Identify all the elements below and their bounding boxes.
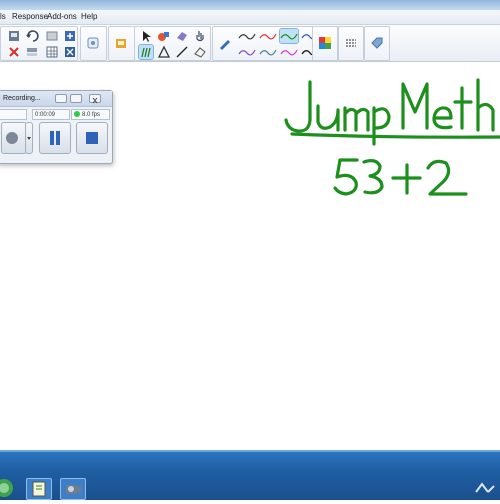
tray-arrow-icon xyxy=(475,482,495,493)
pen-icon[interactable] xyxy=(218,36,232,50)
close-icon xyxy=(92,97,98,104)
frame-rate-field: 8.0 fps xyxy=(71,109,110,120)
taskbar xyxy=(0,450,500,500)
windows-orb-icon xyxy=(0,479,13,497)
shapes-icon[interactable] xyxy=(157,45,171,59)
elapsed-time-field: 0:00:09 xyxy=(32,109,70,120)
undo-icon[interactable] xyxy=(25,29,39,43)
toolbar-group-edit xyxy=(0,26,78,61)
elapsed-time: 0:00:09 xyxy=(35,112,56,118)
minimize-button[interactable] xyxy=(55,94,67,103)
paste-icon[interactable] xyxy=(7,29,21,43)
pen-teal-icon[interactable] xyxy=(259,45,277,59)
toolbar-group-tool xyxy=(80,26,107,61)
color-palette-icon[interactable] xyxy=(318,36,332,50)
pen-red-icon[interactable] xyxy=(259,29,277,43)
window-titlebar xyxy=(0,0,500,10)
select-arrow-icon[interactable] xyxy=(139,29,153,43)
stop-icon xyxy=(86,132,98,144)
tag-icon[interactable] xyxy=(370,36,384,50)
pens-icon[interactable] xyxy=(138,44,154,60)
fill-icon[interactable] xyxy=(157,29,171,43)
eraser-tool-icon[interactable] xyxy=(193,45,207,59)
tool-icon[interactable] xyxy=(86,36,100,50)
stop-button[interactable] xyxy=(76,122,108,154)
gallery-icon[interactable] xyxy=(114,36,128,50)
pause-icon xyxy=(50,131,60,145)
taskbar-app-notebook[interactable] xyxy=(26,478,52,500)
screen-shade-icon[interactable] xyxy=(25,45,39,59)
recording-info-row: 0:00:09 8.0 fps xyxy=(0,109,110,120)
close-button[interactable] xyxy=(89,94,101,104)
fullscreen-icon[interactable] xyxy=(63,45,77,59)
redo-icon[interactable] xyxy=(45,29,59,43)
recording-window[interactable]: Recording... 0:00:09 8.0 fps xyxy=(0,90,113,164)
toolbar-group-color xyxy=(312,26,338,61)
frame-rate: 8.0 fps xyxy=(82,112,101,118)
delete-icon[interactable] xyxy=(7,45,21,59)
menu-item-tools[interactable]: ls xyxy=(0,10,6,24)
pen-magenta-icon[interactable] xyxy=(280,45,298,59)
toolbar-group-linestyle xyxy=(338,26,364,61)
table-icon[interactable] xyxy=(45,45,59,59)
toolbar-group-tools xyxy=(134,26,211,61)
toolbar-group-gallery xyxy=(108,26,135,61)
line-icon[interactable] xyxy=(175,45,189,59)
toolbar-group-tag xyxy=(364,26,390,61)
record-dot-icon xyxy=(6,132,18,144)
pause-button[interactable] xyxy=(39,122,71,154)
insert-icon[interactable] xyxy=(63,29,77,43)
menu-item-addons[interactable]: Add-ons xyxy=(47,10,77,24)
notebook-icon xyxy=(32,481,46,497)
start-button[interactable] xyxy=(0,478,14,498)
chevron-down-icon xyxy=(27,137,31,140)
pen-green-icon[interactable] xyxy=(279,28,299,44)
restore-button[interactable] xyxy=(70,94,82,103)
recording-title: Recording... xyxy=(3,95,41,102)
audio-dropdown-button[interactable] xyxy=(25,122,33,154)
recorder-icon xyxy=(66,485,81,494)
system-tray-icon[interactable] xyxy=(472,480,500,498)
menu-bar: ls Response Add-ons Help xyxy=(0,10,500,25)
eraser-icon[interactable] xyxy=(175,29,189,43)
menu-item-help[interactable]: Help xyxy=(81,10,97,24)
recording-titlebar[interactable]: Recording... xyxy=(0,91,112,107)
status-indicator-icon xyxy=(74,111,80,118)
audio-level-field[interactable] xyxy=(0,109,27,120)
pen-black-icon[interactable] xyxy=(238,29,256,43)
toolbar xyxy=(0,25,500,62)
line-style-icon[interactable] xyxy=(344,36,358,50)
menu-item-response[interactable]: Response xyxy=(12,10,48,24)
audio-source-button[interactable] xyxy=(1,122,27,154)
taskbar-app-recorder[interactable] xyxy=(60,478,86,500)
touch-icon[interactable] xyxy=(193,29,207,43)
pen-purple-icon[interactable] xyxy=(238,45,256,59)
